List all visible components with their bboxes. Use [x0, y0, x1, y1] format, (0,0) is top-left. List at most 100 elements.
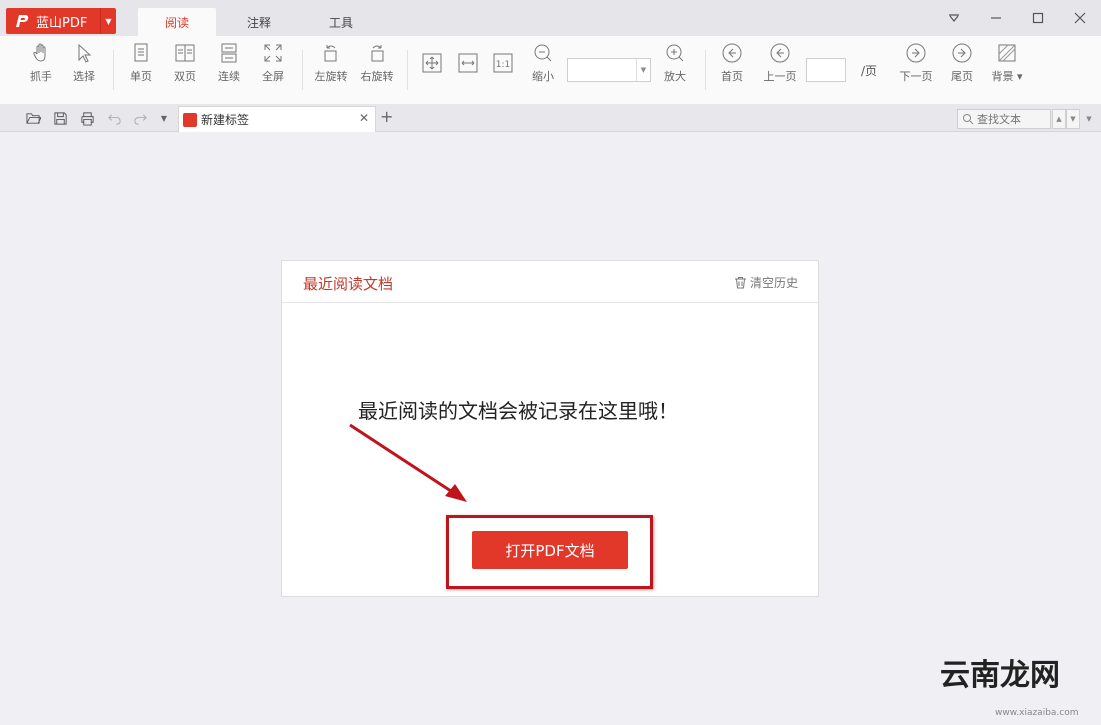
rotate-left-button[interactable]: 左旋转 — [311, 42, 351, 84]
fit-width-icon — [458, 53, 478, 73]
folder-open-icon — [25, 112, 41, 124]
app-menu-button[interactable]: 蓝山PDF ▼ — [6, 8, 116, 34]
close-icon[interactable] — [1066, 6, 1094, 30]
prev-page-button[interactable]: 上一页 — [760, 42, 800, 84]
background-label: 背景 ▾ — [991, 70, 1023, 83]
panel-header: 最近阅读文档 清空历史 — [282, 261, 818, 303]
search-input[interactable] — [977, 112, 1047, 126]
cursor-icon — [78, 43, 92, 63]
next-page-icon — [906, 43, 926, 63]
pdf-file-icon — [183, 112, 197, 127]
fullscreen-label: 全屏 — [262, 70, 284, 83]
watermark: 云南龙网 — [940, 658, 1060, 693]
actual-size-button[interactable]: 1:1 — [483, 42, 523, 74]
zoom-in-label: 放大 — [664, 70, 686, 83]
svg-text:1:1: 1:1 — [496, 60, 510, 70]
rotate-right-icon — [371, 45, 384, 62]
save-button[interactable] — [51, 109, 69, 127]
single-page-button[interactable]: 单页 — [121, 42, 161, 84]
zoom-select[interactable]: ▼ — [567, 58, 651, 82]
grab-tool-button[interactable]: 抓手 — [21, 42, 61, 84]
search-box[interactable] — [957, 109, 1051, 129]
next-page-button[interactable]: 下一页 — [896, 42, 936, 84]
document-tab[interactable]: 新建标签 ✕ — [178, 106, 376, 132]
continuous-label: 连续 — [218, 70, 240, 83]
toolbar-separator — [705, 50, 706, 90]
app-logo-icon — [16, 15, 29, 27]
fullscreen-button[interactable]: 全屏 — [253, 42, 293, 84]
continuous-button[interactable]: 连续 — [209, 42, 249, 84]
background-icon — [998, 44, 1016, 62]
search-options-icon[interactable]: ▼ — [1082, 109, 1096, 129]
continuous-icon — [221, 43, 237, 63]
minimize-icon[interactable] — [982, 6, 1010, 30]
print-button[interactable] — [78, 109, 96, 127]
select-tool-button[interactable]: 选择 — [64, 42, 104, 84]
open-file-button[interactable] — [24, 109, 42, 127]
fit-page-button[interactable] — [412, 42, 452, 74]
zoom-in-button[interactable]: 放大 — [655, 42, 695, 84]
add-tab-icon[interactable]: + — [380, 107, 393, 126]
double-page-label: 双页 — [174, 70, 196, 83]
toolbar-separator — [302, 50, 303, 90]
search-prev-button[interactable]: ▲ — [1052, 109, 1066, 129]
search-icon — [963, 114, 974, 125]
skin-menu-icon[interactable] — [940, 6, 968, 30]
fit-width-button[interactable] — [448, 42, 488, 74]
fit-page-icon — [422, 53, 442, 73]
tab-tools[interactable]: 工具 — [302, 8, 380, 36]
last-page-icon — [952, 43, 972, 63]
page-total-label: /页 — [861, 64, 878, 78]
double-page-icon — [175, 44, 195, 62]
rotate-right-button[interactable]: 右旋转 — [357, 42, 397, 84]
zoom-out-label: 缩小 — [532, 70, 554, 83]
first-page-button[interactable]: 首页 — [712, 42, 752, 84]
panel-title: 最近阅读文档 — [303, 275, 394, 293]
save-icon — [53, 111, 67, 125]
clear-history-label: 清空历史 — [749, 276, 798, 290]
app-menu-dropdown-icon[interactable]: ▼ — [100, 8, 116, 34]
undo-icon — [107, 113, 121, 125]
quick-access-dropdown-icon[interactable]: ▼ — [155, 109, 173, 127]
document-tab-label: 新建标签 — [201, 113, 250, 127]
double-page-button[interactable]: 双页 — [165, 42, 205, 84]
annotation-arrow-icon — [349, 423, 467, 502]
rotate-right-label: 右旋转 — [360, 70, 394, 83]
page-number-input[interactable] — [806, 58, 846, 82]
tab-read[interactable]: 阅读 — [138, 8, 216, 36]
maximize-icon[interactable] — [1024, 6, 1052, 30]
single-page-icon — [134, 43, 148, 62]
fullscreen-icon — [264, 44, 282, 62]
next-page-label: 下一页 — [899, 70, 933, 83]
first-page-icon — [722, 43, 742, 63]
background-button[interactable]: 背景 ▾ — [987, 42, 1027, 84]
rotate-left-icon — [324, 45, 337, 62]
grab-tool-label: 抓手 — [30, 70, 52, 83]
last-page-button[interactable]: 尾页 — [942, 42, 982, 84]
single-page-label: 单页 — [130, 70, 152, 83]
tab-annotate[interactable]: 注释 — [220, 8, 298, 36]
app-title: 蓝山PDF — [36, 15, 88, 31]
actual-size-icon: 1:1 — [493, 53, 513, 73]
redo-icon — [133, 113, 147, 125]
prev-page-label: 上一页 — [763, 70, 797, 83]
toolbar: 抓手 选择 单页 双页 连续 全屏 左旋转 右旋转 1:1 缩小 ▼ 放大 首页… — [0, 36, 1101, 104]
search-next-button[interactable]: ▼ — [1066, 109, 1080, 129]
rotate-left-label: 左旋转 — [314, 70, 348, 83]
document-tab-bar: ▼ 新建标签 ✕ + ▲ ▼ ▼ — [0, 104, 1101, 132]
redo-button[interactable] — [131, 109, 149, 127]
first-page-label: 首页 — [721, 70, 743, 83]
undo-button[interactable] — [105, 109, 123, 127]
clear-history-button[interactable]: 清空历史 — [734, 274, 798, 291]
close-tab-icon[interactable]: ✕ — [359, 111, 369, 125]
prev-page-icon — [770, 43, 790, 63]
toolbar-separator — [113, 50, 114, 90]
watermark-url: www.xiazaiba.com — [995, 708, 1079, 718]
title-bar: 蓝山PDF ▼ 阅读 注释 工具 — [0, 0, 1101, 36]
trash-icon — [734, 277, 746, 289]
last-page-label: 尾页 — [951, 70, 973, 83]
chevron-down-icon[interactable]: ▼ — [636, 59, 650, 81]
zoom-out-button[interactable]: 缩小 — [523, 42, 563, 84]
print-icon — [80, 111, 94, 126]
toolbar-separator — [407, 50, 408, 90]
